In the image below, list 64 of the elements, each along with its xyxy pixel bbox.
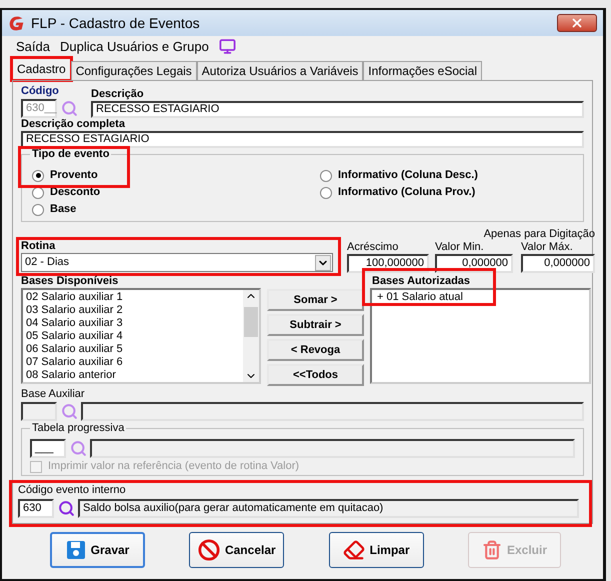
radio-button[interactable] (32, 170, 44, 182)
list-item[interactable]: 03 Salario auxiliar 2 (26, 304, 240, 317)
list-item[interactable]: 08 Salario anterior (26, 369, 240, 382)
description-field[interactable]: Saldo bolsa auxilio(para gerar automaticamente em quitacao) (78, 498, 579, 518)
section-caption: Apenas para Digitação (484, 228, 595, 241)
list-item[interactable]: 02 Salario auxiliar 1 (26, 291, 240, 304)
logo-icon (8, 14, 25, 32)
field-label: Acréscimo (347, 241, 400, 254)
field-label: Base Auxiliar (21, 388, 86, 401)
radio-option[interactable]: Desconto (32, 184, 100, 201)
prohibited-icon (198, 539, 220, 561)
list-item[interactable]: 07 Salario auxiliar 6 (26, 356, 240, 369)
move-button[interactable]: < Revoga (267, 339, 364, 361)
field-label: Rotina (21, 240, 56, 253)
scrollbar[interactable] (243, 290, 259, 382)
group-title: Tabela progressiva (30, 422, 126, 435)
list-item[interactable]: 04 Salario auxiliar 3 (26, 317, 240, 330)
tab[interactable]: Cadastro (12, 58, 71, 80)
tab[interactable]: Autoriza Usuários a Variáveis (196, 61, 364, 80)
eraser-icon (342, 539, 365, 561)
close-button[interactable] (557, 14, 597, 32)
action-button[interactable]: Gravar (50, 532, 145, 568)
description-field[interactable] (81, 402, 584, 420)
code-field[interactable]: 630 (18, 498, 54, 518)
search-icon[interactable] (56, 498, 76, 518)
field-label: Valor Máx. (521, 241, 574, 254)
tab[interactable]: Informações eSocial (363, 61, 482, 80)
radio-option[interactable]: Provento (32, 167, 98, 184)
radio-button[interactable] (320, 170, 332, 182)
menu-item[interactable]: Saída (16, 40, 50, 52)
menu-item[interactable]: Duplica Usuários e Grupo (60, 40, 209, 52)
close-icon (570, 16, 584, 30)
trash-icon (482, 540, 502, 560)
action-button[interactable]: Cancelar (189, 532, 284, 568)
list-label: Bases Autorizadas (371, 275, 472, 288)
field-label: Descrição (91, 88, 145, 101)
radio-option[interactable]: Informativo (Coluna Prov.) (320, 184, 476, 201)
list-item[interactable]: + 01 Salario atual (377, 291, 586, 304)
move-button[interactable]: Somar > (267, 289, 364, 311)
monitor-icon[interactable] (218, 38, 236, 54)
list-item[interactable]: 05 Salario auxiliar 4 (26, 330, 240, 343)
window-title: FLP - Cadastro de Eventos (31, 16, 201, 30)
description-field[interactable] (90, 438, 575, 458)
field-label: Descrição completa (21, 118, 126, 131)
field-label: Código evento interno (18, 484, 127, 497)
code-field[interactable]: ___ (30, 438, 66, 458)
action-button[interactable]: Limpar (328, 532, 424, 568)
full-description-field[interactable]: RECESSO ESTAGIARIO (21, 131, 584, 148)
tab[interactable]: Configurações Legais (70, 61, 197, 80)
routine-dropdown[interactable]: 02 - Dias (21, 253, 333, 272)
list-label: Bases Disponíveis (21, 275, 120, 288)
radio-option[interactable]: Informativo (Coluna Desc.) (320, 167, 478, 184)
list-item[interactable]: 06 Salario auxiliar 5 (26, 343, 240, 356)
move-button[interactable]: <<Todos (267, 364, 364, 386)
radio-button[interactable] (320, 186, 332, 198)
code-field[interactable] (21, 402, 57, 420)
field-label: Código (21, 85, 60, 98)
move-button[interactable]: Subtrair > (267, 314, 364, 336)
field-label: Valor Min. (435, 241, 485, 254)
max-value-field[interactable]: 0,000000 (521, 254, 595, 273)
group-title: Tipo de evento (30, 148, 112, 161)
description-field[interactable]: RECESSO ESTAGIARIO (91, 101, 584, 118)
radio-button[interactable] (32, 204, 44, 216)
radio-option[interactable]: Base (32, 201, 76, 218)
